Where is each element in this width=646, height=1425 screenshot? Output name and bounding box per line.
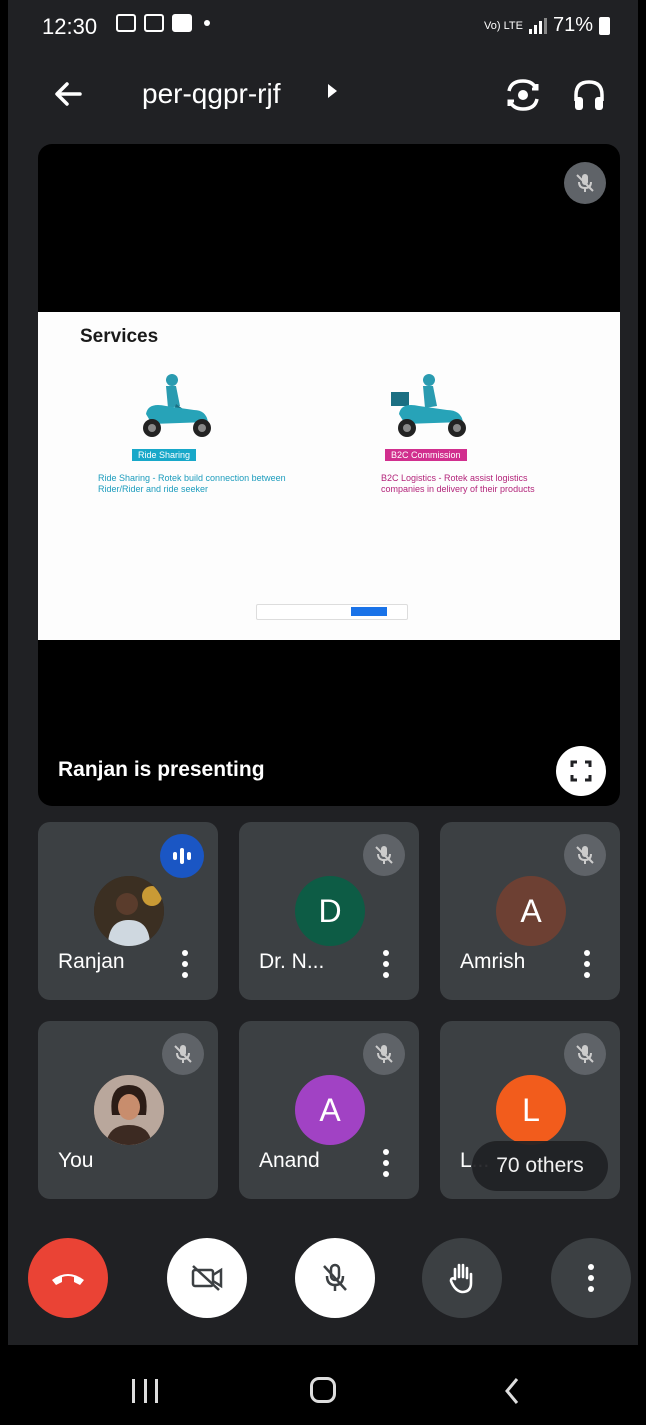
avatar-photo [94,876,164,946]
service-description-b2c: B2C Logistics - Rotek assist logistics c… [381,473,535,494]
participant-name: You [58,1149,94,1172]
slide-notification-bar [256,604,408,620]
battery-percent: 71% [552,14,593,36]
mic-off-icon [564,834,606,876]
raise-hand-button[interactable] [422,1238,502,1318]
service-ride-sharing: Ride Sharing Ride Sharing - Rotek build … [98,370,318,495]
home-icon[interactable] [310,1377,336,1403]
avatar: L [496,1075,566,1145]
presentation-stage[interactable]: Services Ride Sharing Ride Sharing - Rot… [38,144,620,806]
scooter-rider-illustration [143,374,211,437]
mic-off-icon [363,834,405,876]
end-call-icon [52,1274,84,1285]
avatar: D [295,876,365,946]
service-tag-ride-sharing: Ride Sharing [132,449,197,461]
more-vert-icon [588,1264,594,1292]
shared-slide: Services Ride Sharing Ride Sharing - Rot… [38,312,620,640]
end-call-button[interactable] [28,1238,108,1318]
slide-notification-button [351,607,387,616]
status-time: 12:30 [42,14,98,39]
recent-apps-icon[interactable] [132,1379,158,1403]
presenting-label: Ranjan is presenting [58,758,265,781]
participant-name: Anand [259,1149,320,1172]
participant-name: Amrish [460,950,526,973]
raise-hand-icon [449,1263,473,1294]
status-right: Vo) LTE 71% [484,14,610,37]
mic-off-icon [363,1033,405,1075]
app-notification-icon [172,14,192,32]
others-count-chip[interactable]: 70 others [472,1141,608,1191]
person-photo [94,876,164,946]
participant-tile[interactable]: A Anand [239,1021,419,1199]
mic-off-icon [162,1033,204,1075]
switch-camera-icon[interactable] [502,74,544,116]
camera-toggle-button[interactable] [167,1238,247,1318]
slide-title: Services [80,326,159,347]
notification-icons [116,14,210,32]
speaking-indicator-icon [160,834,204,878]
participant-tile[interactable]: Ranjan [38,822,218,1000]
mic-off-icon [576,174,594,192]
screen-edge-left [0,0,8,1425]
more-options-button[interactable] [551,1238,631,1318]
presenter-muted-badge [564,162,606,204]
nav-back-icon[interactable] [502,1377,522,1405]
participant-tile[interactable]: D Dr. N... [239,822,419,1000]
meeting-code-title[interactable]: per-qgpr-rjf [142,78,280,110]
service-description-ride-sharing: Ride Sharing - Rotek build connection be… [98,473,286,494]
signal-icon [528,17,547,34]
more-notifications-dot [204,20,210,26]
service-b2c: B2C Commission B2C Logistics - Rotek ass… [381,370,603,495]
camera-off-icon [191,1265,223,1291]
back-arrow-icon[interactable] [50,76,86,112]
service-tag-b2c: B2C Commission [385,449,467,461]
more-vert-icon[interactable] [584,950,590,978]
gallery-icon [116,14,136,32]
participant-name: Ranjan [58,950,125,973]
participant-tile[interactable]: A Amrish [440,822,620,1000]
avatar: A [295,1075,365,1145]
more-vert-icon[interactable] [383,1149,389,1177]
more-vert-icon[interactable] [182,950,188,978]
status-bar: 12:30 Vo) LTE 71% [8,0,638,52]
avatar-photo [94,1075,164,1145]
mic-toggle-button[interactable] [295,1238,375,1318]
more-vert-icon[interactable] [383,950,389,978]
fullscreen-icon [570,760,592,782]
delivery-scooter-illustration [391,374,466,437]
screen-edge-right [638,0,646,1425]
gmail-icon [144,14,164,32]
mic-off-icon [564,1033,606,1075]
fullscreen-button[interactable] [556,746,606,796]
participant-tile-self[interactable]: You [38,1021,218,1199]
system-nav-bar [8,1345,638,1425]
mic-off-icon [323,1263,347,1291]
audio-output-icon[interactable] [568,74,610,116]
network-label: Vo) LTE [484,19,523,32]
meeting-details-caret-icon[interactable] [328,84,337,98]
meeting-header: per-qgpr-rjf [8,60,638,130]
battery-icon [599,16,610,35]
person-photo [94,1075,164,1145]
avatar: A [496,876,566,946]
participant-name: Dr. N... [259,950,325,973]
